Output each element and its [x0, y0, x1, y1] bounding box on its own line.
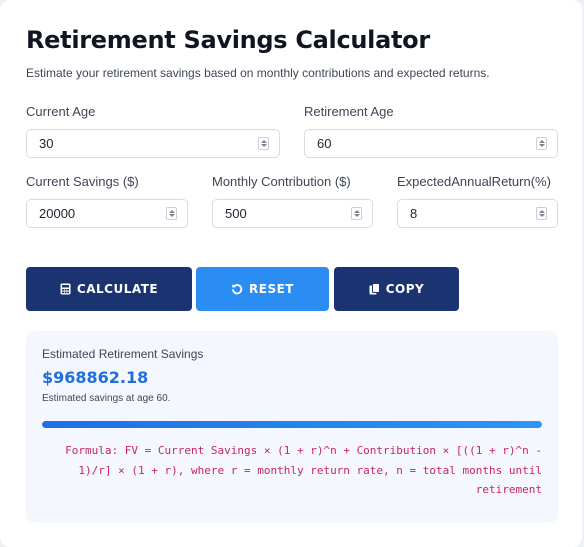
progress-bar: [42, 421, 542, 428]
page-subtitle: Estimate your retirement savings based o…: [26, 66, 490, 80]
progress-bar-fill: [42, 421, 542, 428]
monthly-contribution-stepper[interactable]: [351, 207, 362, 220]
annual-return-input[interactable]: 8: [397, 199, 558, 228]
current-age-input[interactable]: 30: [26, 129, 280, 158]
annual-return-stepper[interactable]: [536, 207, 547, 220]
copy-button-label: COPY: [385, 282, 425, 296]
current-age-stepper[interactable]: [258, 137, 269, 150]
current-savings-label: Current Savings ($): [26, 174, 139, 189]
monthly-contribution-label: Monthly Contribution ($): [212, 174, 351, 189]
current-savings-input[interactable]: 20000: [26, 199, 188, 228]
calculator-icon: [60, 283, 71, 295]
current-savings-stepper[interactable]: [166, 207, 177, 220]
annual-return-value: 8: [410, 206, 418, 221]
current-savings-value: 20000: [39, 206, 76, 221]
result-label: Estimated Retirement Savings: [42, 347, 204, 361]
retirement-age-input[interactable]: 60: [304, 129, 558, 158]
retirement-age-value: 60: [317, 136, 332, 151]
undo-icon: [231, 283, 243, 295]
current-age-value: 30: [39, 136, 54, 151]
retirement-age-stepper[interactable]: [536, 137, 547, 150]
copy-button[interactable]: COPY: [334, 267, 459, 311]
page-title: Retirement Savings Calculator: [26, 26, 430, 54]
current-age-label: Current Age: [26, 104, 96, 119]
reset-button[interactable]: RESET: [196, 267, 329, 311]
result-note: Estimated savings at age 60.: [42, 393, 171, 404]
retirement-age-label: Retirement Age: [304, 104, 394, 119]
result-value: $968862.18: [42, 368, 149, 387]
calculate-button[interactable]: CALCULATE: [26, 267, 192, 311]
calculate-button-label: CALCULATE: [76, 282, 159, 296]
monthly-contribution-input[interactable]: 500: [212, 199, 373, 228]
formula-text: Formula: FV = Current Savings × (1 + r)^…: [65, 444, 542, 496]
annual-return-label: ExpectedAnnualReturn(%): [397, 174, 551, 189]
monthly-contribution-value: 500: [225, 206, 247, 221]
result-panel: Estimated Retirement Savings $968862.18 …: [26, 331, 558, 523]
calculator-card: Retirement Savings Calculator Estimate y…: [0, 0, 582, 547]
copy-icon: [369, 283, 380, 295]
reset-button-label: RESET: [249, 282, 294, 296]
